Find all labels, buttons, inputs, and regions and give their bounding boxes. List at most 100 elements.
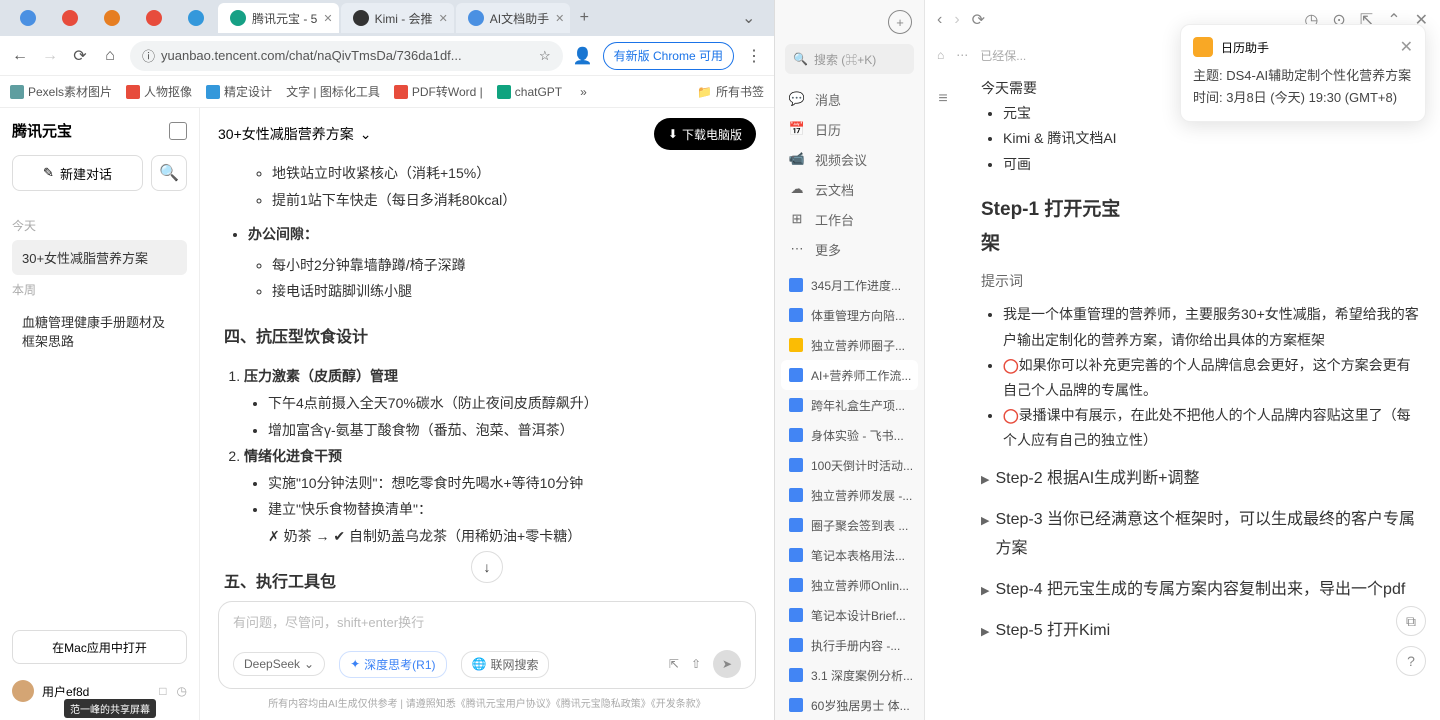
- bookmark[interactable]: 人物抠像: [126, 83, 192, 100]
- back-icon[interactable]: ‹: [937, 11, 942, 29]
- avatar: [12, 680, 34, 702]
- scroll-down-button[interactable]: ↓: [471, 551, 503, 583]
- new-tab-button[interactable]: +: [572, 6, 596, 30]
- forward-button[interactable]: →: [40, 46, 60, 66]
- help-icon[interactable]: ?: [1396, 646, 1426, 676]
- doc-item[interactable]: 跨年礼盒生产项...: [775, 390, 924, 420]
- collapsible-step[interactable]: ▶Step-4 把元宝生成的专属方案内容复制出来，导出一个pdf: [981, 576, 1420, 605]
- chat-history-item[interactable]: 30+女性减脂营养方案: [12, 240, 187, 275]
- profile-icon[interactable]: 👤: [573, 46, 593, 66]
- bookmark[interactable]: 文字 | 图标化工具: [286, 83, 380, 100]
- web-search-toggle[interactable]: 🌐 联网搜索: [461, 651, 550, 678]
- chrome-update-button[interactable]: 有新版 Chrome 可用: [603, 42, 734, 70]
- nav-workbench[interactable]: ⊞工作台: [775, 204, 924, 234]
- copy-icon[interactable]: ⧉: [1396, 606, 1426, 636]
- close-icon[interactable]: ✕: [323, 12, 332, 25]
- chat-content[interactable]: 地铁站立时收紧核心（消耗+15%） 提前1站下车快走（每日多消耗80kcal） …: [200, 160, 774, 591]
- doc-item[interactable]: 独立营养师发展 -...: [775, 480, 924, 510]
- doc-item[interactable]: 60岁独居男士 体...: [775, 690, 924, 720]
- model-select[interactable]: DeepSeek ⌄: [233, 652, 325, 676]
- tab[interactable]: [92, 3, 132, 33]
- history-icon[interactable]: ◷: [177, 684, 187, 698]
- outline-icon[interactable]: ≡: [938, 90, 947, 108]
- sub-heading: 提示词: [981, 269, 1420, 294]
- send-button[interactable]: ➤: [713, 650, 741, 678]
- nav-docs[interactable]: ☁云文档: [775, 174, 924, 204]
- reload-icon[interactable]: ⟳: [972, 10, 985, 30]
- doc-item[interactable]: 3.1 深度案例分析...: [775, 660, 924, 690]
- search-button[interactable]: 🔍: [151, 155, 187, 191]
- bookmark[interactable]: Pexels素材图片: [10, 83, 112, 100]
- doc-icon: [789, 698, 803, 712]
- breadcrumb[interactable]: 已经保...: [980, 47, 1026, 64]
- doc-item[interactable]: 独立营养师Onlin...: [775, 570, 924, 600]
- doc-item[interactable]: 圈子聚会签到表 ...: [775, 510, 924, 540]
- all-bookmarks[interactable]: 📁 所有书签: [697, 83, 764, 100]
- nav-video[interactable]: 📹视频会议: [775, 144, 924, 174]
- reload-button[interactable]: ⟳: [70, 46, 90, 66]
- download-desktop-button[interactable]: ⬇ 下载电脑版: [654, 118, 756, 150]
- open-in-mac-button[interactable]: 在Mac应用中打开: [12, 630, 187, 664]
- bookmark[interactable]: chatGPT: [497, 85, 562, 99]
- bookmarks-overflow[interactable]: »: [580, 85, 587, 99]
- list-item: 下午4点前摄入全天70%碳水（防止夜间皮质醇飙升）: [268, 390, 750, 417]
- doc-item[interactable]: 笔记本设计Brief...: [775, 600, 924, 630]
- menu-icon[interactable]: ⋮: [744, 46, 764, 66]
- doc-item[interactable]: 100天倒计时活动...: [775, 450, 924, 480]
- doc-item[interactable]: 笔记本表格用法...: [775, 540, 924, 570]
- doc-item[interactable]: 体重管理方向陪...: [775, 300, 924, 330]
- close-icon[interactable]: ✕: [439, 12, 448, 25]
- attach-icon[interactable]: ⇱: [669, 657, 679, 671]
- doc-content[interactable]: 今天需要 元宝 Kimi & 腾讯文档AI 可画 Step-1 打开元宝架 提示…: [961, 70, 1440, 720]
- tab[interactable]: Kimi - 会推✕: [341, 3, 454, 33]
- chat-history-item[interactable]: 血糖管理健康手册题材及框架思路: [12, 304, 187, 358]
- more-icon[interactable]: ⋯: [956, 48, 968, 62]
- home-button[interactable]: ⌂: [100, 46, 120, 66]
- chat-input[interactable]: 有问题，尽管问，shift+enter换行 DeepSeek ⌄ ✦ 深度思考(…: [218, 601, 756, 689]
- list-item: 如果你可以补充更完善的个人品牌信息会更好，这个方案会更有自己个人品牌的专属性。: [1003, 357, 1411, 398]
- doc-item[interactable]: AI+营养师工作流...: [781, 360, 918, 390]
- collapsible-step[interactable]: ▶Step-5 打开Kimi: [981, 617, 1420, 646]
- forward-icon[interactable]: ›: [954, 11, 959, 29]
- panel-toggle-icon[interactable]: [169, 122, 187, 140]
- doc-icon: [789, 428, 803, 442]
- phone-icon[interactable]: □: [159, 684, 166, 698]
- url-input[interactable]: ⓘyuanbao.tencent.com/chat/naQivTmsDa/736…: [130, 41, 563, 71]
- list-item: 接电话时踮脚训练小腿: [272, 278, 750, 305]
- close-icon[interactable]: ✕: [555, 12, 564, 25]
- tab[interactable]: [176, 3, 216, 33]
- tab[interactable]: [134, 3, 174, 33]
- doc-item[interactable]: 345月工作进度...: [775, 270, 924, 300]
- tab-active[interactable]: 腾讯元宝 - 5✕: [218, 3, 339, 33]
- deep-think-toggle[interactable]: ✦ 深度思考(R1): [339, 651, 446, 678]
- home-icon[interactable]: ⌂: [937, 48, 944, 62]
- doc-icon: [789, 488, 803, 502]
- nav-more[interactable]: ⋯更多: [775, 234, 924, 264]
- tab[interactable]: [8, 3, 48, 33]
- doc-item[interactable]: 身体实验 - 飞书...: [775, 420, 924, 450]
- bookmark[interactable]: 精定设计: [206, 83, 272, 100]
- collapsible-step[interactable]: ▶Step-2 根据AI生成判断+调整: [981, 465, 1420, 494]
- new-chat-button[interactable]: ✎ 新建对话: [12, 155, 143, 191]
- list-item: 每小时2分钟靠墙静蹲/椅子深蹲: [272, 252, 750, 279]
- list-heading: 情绪化进食干预: [244, 448, 342, 464]
- upload-icon[interactable]: ⇧: [691, 657, 701, 671]
- nav-messages[interactable]: 💬消息: [775, 84, 924, 114]
- doc-item[interactable]: 独立营养师圈子...: [775, 330, 924, 360]
- tab-dropdown[interactable]: ⌄: [742, 8, 766, 28]
- chat-title[interactable]: 30+女性减脂营养方案 ⌄: [218, 124, 371, 144]
- add-button[interactable]: +: [888, 10, 912, 34]
- list-item: 我是一个体重管理的营养师，主要服务30+女性减脂，希望给我的客户输出定制化的营养…: [1003, 302, 1420, 352]
- tab[interactable]: [50, 3, 90, 33]
- doc-list[interactable]: 345月工作进度...体重管理方向陪...独立营养师圈子...AI+营养师工作流…: [775, 270, 924, 720]
- back-button[interactable]: ←: [10, 46, 30, 66]
- tab[interactable]: AI文档助手✕: [456, 3, 571, 33]
- doc-icon: [789, 308, 803, 322]
- nav-calendar[interactable]: 📅日历: [775, 114, 924, 144]
- document-pane: ‹ › ⟳ ◷ ⊙ ⇱ ⌃ ✕ ⌂ ⋯ 已经保... ≡ 今天需要 元宝 Kim…: [925, 0, 1440, 720]
- bookmark[interactable]: PDF转Word |: [394, 83, 483, 100]
- workspace-search[interactable]: 🔍 搜索 (⌘+K): [785, 44, 914, 74]
- doc-item[interactable]: 执行手册内容 -...: [775, 630, 924, 660]
- close-icon[interactable]: ✕: [1400, 37, 1413, 57]
- collapsible-step[interactable]: ▶Step-3 当你已经满意这个框架时，可以生成最终的客户专属方案: [981, 506, 1420, 564]
